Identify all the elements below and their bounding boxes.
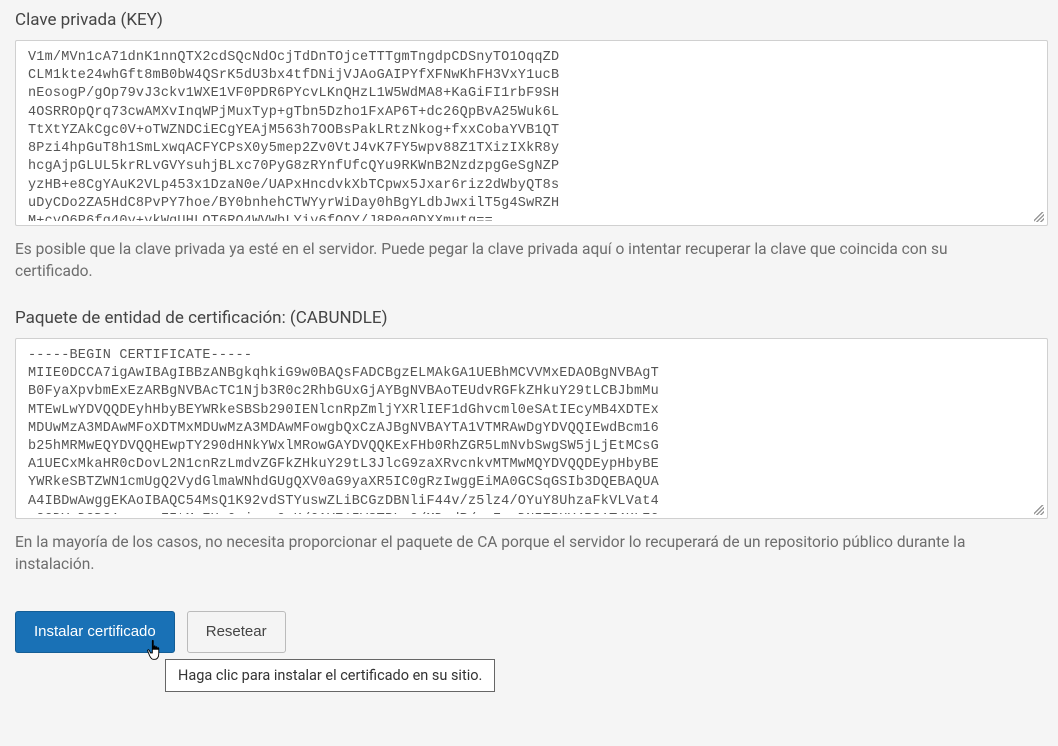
cabundle-help: En la mayoría de los casos, no necesita … bbox=[15, 531, 975, 576]
private-key-textarea-wrap bbox=[15, 40, 1048, 226]
cabundle-label: Paquete de entidad de certificación: (CA… bbox=[15, 308, 1048, 328]
private-key-textarea[interactable] bbox=[16, 41, 1047, 221]
button-row: Instalar certificado Resetear Haga clic … bbox=[15, 611, 1048, 653]
cabundle-textarea[interactable] bbox=[16, 339, 1047, 514]
private-key-help: Es posible que la clave privada ya esté … bbox=[15, 238, 975, 283]
install-certificate-button[interactable]: Instalar certificado bbox=[15, 611, 175, 653]
cabundle-section: Paquete de entidad de certificación: (CA… bbox=[15, 308, 1048, 576]
install-tooltip: Haga clic para instalar el certificado e… bbox=[165, 659, 495, 692]
private-key-label: Clave privada (KEY) bbox=[15, 10, 1048, 30]
cabundle-textarea-wrap bbox=[15, 338, 1048, 519]
private-key-section: Clave privada (KEY) Es posible que la cl… bbox=[15, 10, 1048, 283]
reset-button[interactable]: Resetear bbox=[187, 611, 286, 653]
